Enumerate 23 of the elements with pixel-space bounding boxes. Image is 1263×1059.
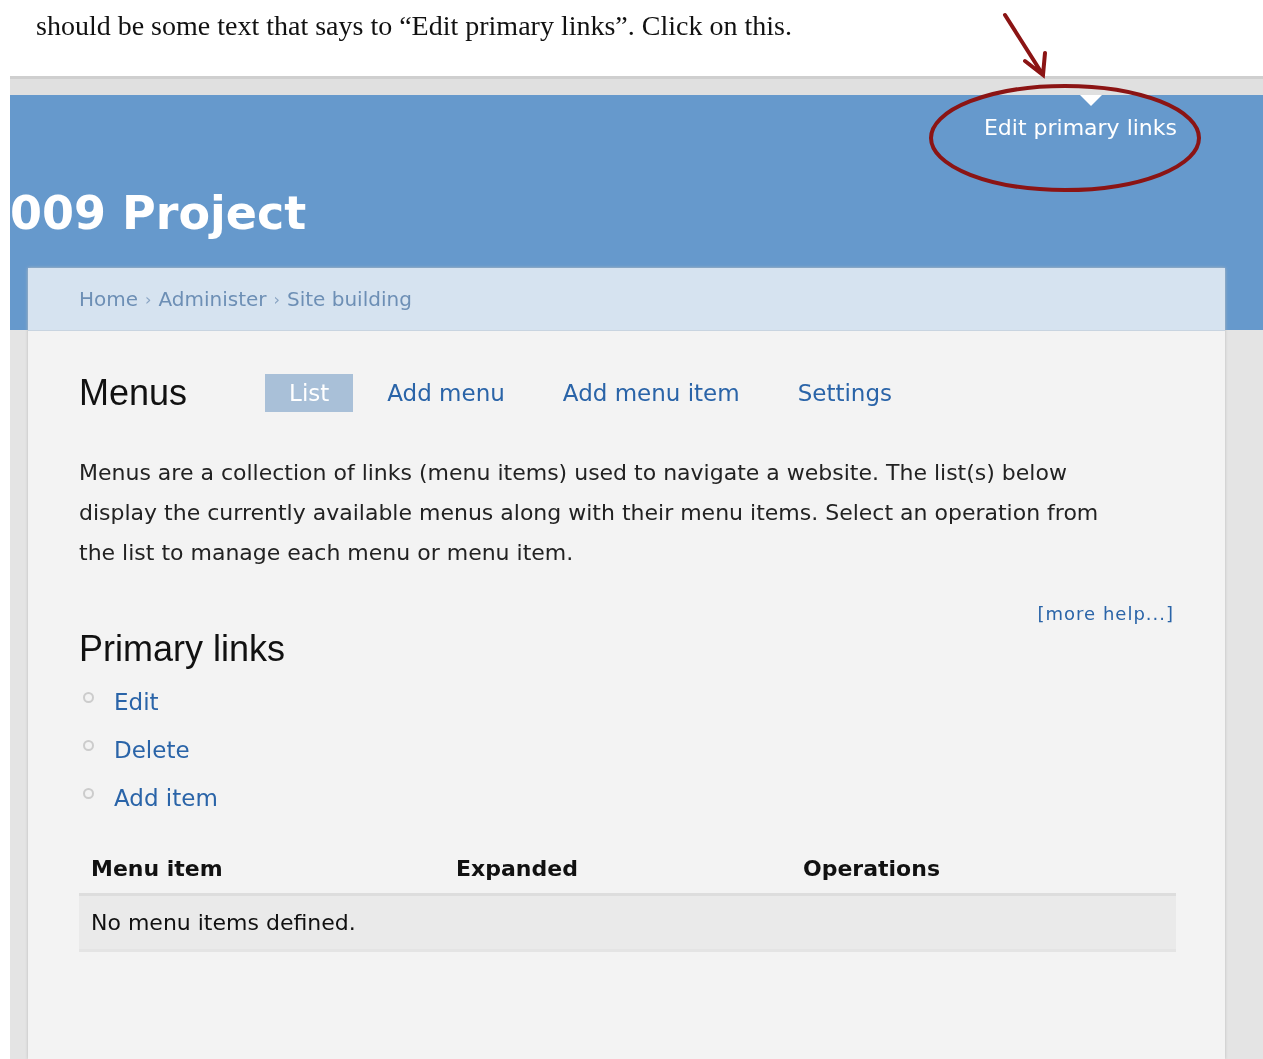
help-link[interactable]: [more help...] (1037, 603, 1174, 624)
page-title: Menus (79, 372, 188, 414)
tab[interactable]: Add menu (363, 374, 529, 412)
column-header: Menu item (91, 856, 224, 881)
bullet-icon (83, 691, 94, 703)
action-link[interactable]: Edit (114, 689, 159, 715)
action-link[interactable]: Add item (114, 785, 218, 811)
tab[interactable]: Add menu item (538, 374, 764, 412)
tab[interactable]: Settings (773, 374, 916, 412)
breadcrumb-separator: › (145, 289, 152, 309)
site-name[interactable]: 009 Project (10, 185, 307, 241)
breadcrumb-separator: › (273, 289, 280, 309)
column-header: Operations (803, 856, 941, 881)
menu-heading: Primary links (79, 628, 286, 670)
pointer-icon (1079, 95, 1102, 106)
bullet-icon (83, 739, 94, 751)
instruction-text: should be some text that says to “Edit primary links”. Click on this. (36, 9, 793, 43)
empty-message: No menu items defined. (79, 896, 1176, 952)
description-text: Menus are a collection of links (menu items) used to navigate a website. The list(s) below display the currently available menus along with their menu items. Select an operation from the list to manage each menu or menu item. (79, 459, 1100, 567)
action-link[interactable]: Delete (114, 737, 190, 763)
column-header: Expanded (456, 856, 579, 881)
edit-link[interactable]: Edit primary links (983, 115, 1177, 140)
bullet-icon (83, 787, 94, 799)
